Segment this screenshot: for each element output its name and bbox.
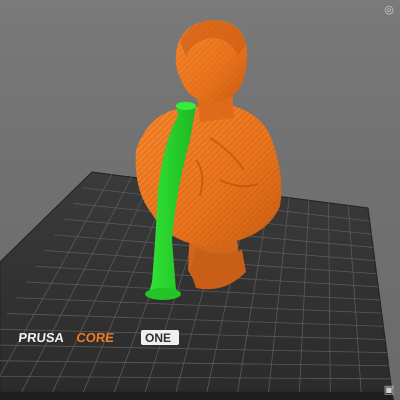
bed-model-badge: ONE [145, 331, 171, 345]
view-cube-icon[interactable]: ▣ [382, 383, 396, 397]
bed-logo: PRUSA CORE ONE [18, 330, 179, 345]
3d-viewport[interactable]: PRUSA CORE ONE [0, 0, 400, 400]
bed-brand-text: PRUSA [18, 330, 66, 345]
gizmo-icon[interactable]: ◎ [382, 3, 396, 17]
bed-model-text: CORE [76, 330, 115, 345]
